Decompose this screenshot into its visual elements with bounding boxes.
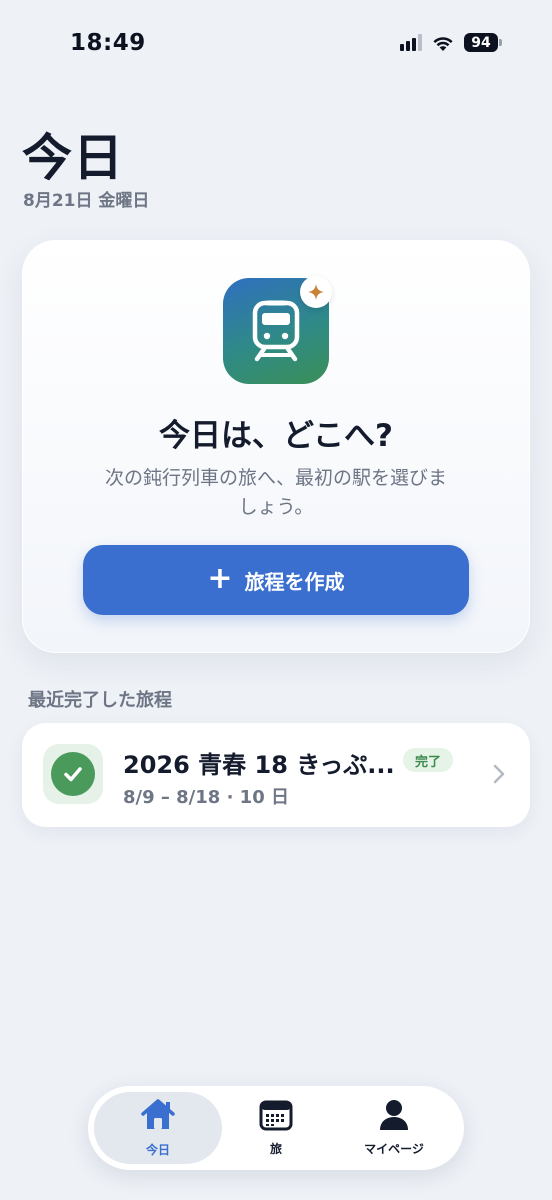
calendar-icon	[259, 1099, 293, 1134]
tab-mypage[interactable]: マイページ	[330, 1092, 458, 1164]
recent-section-title: 最近完了した旅程	[28, 690, 172, 711]
tab-mypage-label: マイページ	[364, 1142, 424, 1156]
status-indicators: 94	[400, 33, 502, 52]
tab-trips-label: 旅	[269, 1142, 282, 1156]
today-screen: 18:49 94 今日 8月21日 金曜日 今日は、どこへ? 次の鈍行列車の旅へ…	[0, 0, 552, 1200]
checkmark-icon	[51, 752, 95, 796]
trip-list-item[interactable]: 2026 青春 18 きっぷ... 完了 8/9 – 8/18 · 10 日	[22, 723, 530, 827]
page-date: 8月21日 金曜日	[23, 191, 150, 211]
tab-bar: 今日 旅 マイページ	[88, 1086, 464, 1170]
wifi-icon	[431, 34, 455, 52]
create-itinerary-label: 旅程を作成	[244, 569, 345, 594]
trip-name: 2026 青春 18 きっぷ...	[123, 751, 395, 779]
status-time: 18:49	[70, 30, 146, 56]
hero-title: 今日は、どこへ?	[158, 418, 394, 454]
home-icon	[139, 1098, 177, 1135]
hero-description: 次の鈍行列車の旅へ、最初の駅を選びましょう。	[104, 467, 447, 518]
create-itinerary-button[interactable]: + 旅程を作成	[83, 545, 469, 615]
plus-icon: +	[207, 560, 233, 596]
status-badge: 完了	[403, 748, 453, 772]
tab-today-label: 今日	[145, 1143, 170, 1157]
cellular-signal-icon	[400, 34, 422, 51]
battery-level: 94	[464, 33, 498, 52]
chevron-right-icon	[492, 763, 506, 789]
battery-icon: 94	[464, 33, 502, 52]
status-bar: 18:49 94	[0, 0, 552, 90]
sparkle-icon	[300, 276, 332, 308]
tab-trips[interactable]: 旅	[212, 1092, 340, 1164]
tab-today[interactable]: 今日	[94, 1092, 222, 1164]
completed-icon-tile	[43, 744, 103, 804]
trip-dates: 8/9 – 8/18 · 10 日	[123, 787, 289, 808]
person-icon	[379, 1099, 409, 1134]
hero-card: 今日は、どこへ? 次の鈍行列車の旅へ、最初の駅を選びましょう。 + 旅程を作成	[22, 240, 530, 653]
page-title: 今日	[22, 129, 124, 187]
